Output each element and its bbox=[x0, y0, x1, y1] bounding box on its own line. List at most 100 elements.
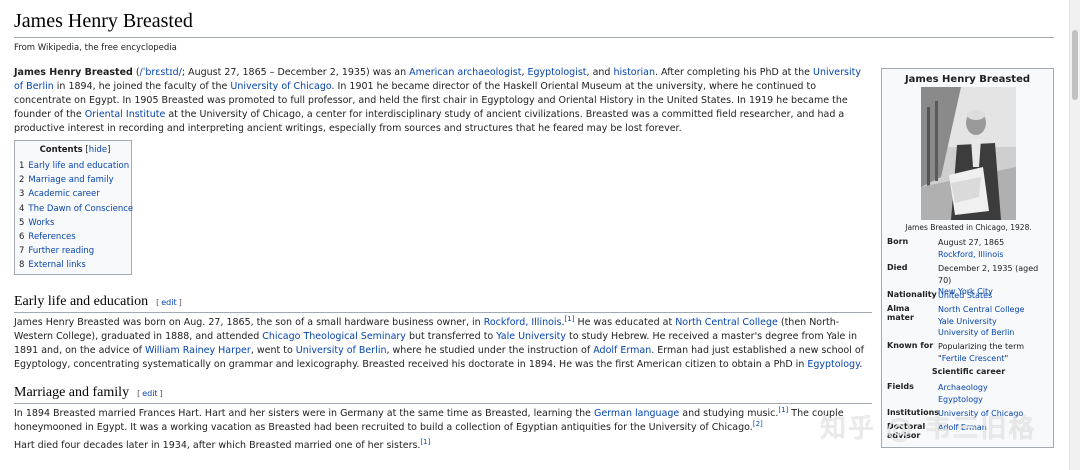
scrollbar[interactable] bbox=[1069, 0, 1080, 470]
infobox-label: Nationality bbox=[887, 290, 937, 299]
toc-link[interactable]: The Dawn of Conscience bbox=[28, 204, 133, 214]
toc-link[interactable]: Marriage and family bbox=[28, 175, 113, 185]
link-adolf-erman[interactable]: Adolf Erman bbox=[593, 345, 651, 356]
toc-number: 4 bbox=[19, 203, 25, 214]
infobox-subheading: Scientific career bbox=[931, 367, 1006, 376]
link-german-language[interactable]: German language bbox=[594, 408, 679, 419]
link-yale-university[interactable]: Yale University bbox=[938, 317, 997, 326]
link-archaeologist[interactable]: archaeologist bbox=[457, 67, 521, 78]
section-divider bbox=[14, 403, 872, 404]
scrollbar-thumb[interactable] bbox=[1072, 30, 1078, 100]
intro-text: . After completing his PhD at the bbox=[655, 67, 814, 78]
infobox-label: Died bbox=[887, 263, 908, 272]
edit-bracket: [ bbox=[137, 389, 141, 398]
infobox-title: James Henry Breasted bbox=[904, 74, 1031, 85]
link-united-states[interactable]: United States bbox=[938, 291, 992, 300]
link-william-rainey-harper[interactable]: William Rainey Harper bbox=[145, 345, 251, 356]
infobox-label: Alma mater bbox=[887, 304, 914, 322]
link-egyptology[interactable]: Egyptology bbox=[807, 359, 859, 370]
subject-name: James Henry Breasted bbox=[14, 67, 133, 78]
title-divider bbox=[14, 37, 1054, 38]
born-date: August 27, 1865 bbox=[938, 238, 1005, 247]
heading-text: Marriage and family bbox=[14, 385, 130, 400]
infobox-value: North Central College Yale University Univ… bbox=[938, 304, 1053, 339]
marriage-paragraph-2: Hart died four decades later in 1934, af… bbox=[14, 438, 876, 453]
site-tagline: From Wikipedia, the free encyclopedia bbox=[14, 43, 177, 53]
edit-section: [edit] bbox=[156, 298, 182, 307]
toc-item-works[interactable]: 5 Works bbox=[19, 216, 131, 230]
toc-item-further-reading[interactable]: 7 Further reading bbox=[19, 244, 131, 258]
toc-number: 1 bbox=[19, 161, 25, 171]
body-text: James Henry Breasted was born on Aug. 27… bbox=[14, 317, 484, 328]
toc-header: Contents [hide] bbox=[19, 145, 131, 155]
toc-link[interactable]: Works bbox=[28, 218, 54, 228]
toc-number: 8 bbox=[19, 260, 25, 271]
toc-list: 1 Early life and education 2 Marriage and … bbox=[19, 159, 133, 273]
link-rockford-illinois[interactable]: Rockford, Illinois bbox=[484, 317, 562, 328]
infobox-label: Born bbox=[887, 237, 909, 246]
edit-link[interactable]: edit bbox=[161, 298, 176, 307]
page-title: James Henry Breasted bbox=[14, 10, 193, 32]
marriage-paragraph-1: In 1894 Breasted married Frances Hart. H… bbox=[14, 406, 876, 435]
edit-link[interactable]: edit bbox=[142, 389, 157, 398]
toc-number: 5 bbox=[19, 217, 25, 228]
intro-text: ( bbox=[132, 67, 140, 78]
intro-text: ; August 27, 1865 – December 2, 1935) wa… bbox=[181, 67, 410, 78]
link-historian[interactable]: historian bbox=[613, 67, 655, 78]
toc-link[interactable]: Academic career bbox=[28, 189, 99, 199]
link-egyptologist[interactable]: Egyptologist bbox=[528, 67, 587, 78]
watermark: 知乎 @ 韦三旧格 bbox=[820, 414, 1037, 444]
infobox-label: Fields bbox=[887, 382, 914, 391]
toc-link[interactable]: References bbox=[28, 232, 75, 242]
toc-link[interactable]: Further reading bbox=[28, 246, 94, 256]
link-egyptology[interactable]: Egyptology bbox=[938, 395, 983, 404]
table-of-contents: Contents [hide] 1 Early life and educatio… bbox=[14, 140, 133, 275]
link-yale-university[interactable]: Yale University bbox=[496, 331, 566, 342]
toc-link[interactable]: External links bbox=[28, 260, 85, 270]
link-archaeology[interactable]: Archaeology bbox=[938, 383, 988, 392]
pronunciation-link[interactable]: /ˈbrɛstɪd/ bbox=[140, 67, 182, 78]
section-heading-marriage: Marriage and family [edit] bbox=[14, 385, 163, 401]
link-rockford-illinois[interactable]: Rockford, Illinois bbox=[938, 250, 1004, 259]
infobox-value: Archaeology Egyptology bbox=[938, 382, 1053, 405]
link-chicago-theological-seminary[interactable]: Chicago Theological Seminary bbox=[262, 331, 406, 342]
section-divider bbox=[14, 312, 872, 313]
edit-bracket: [ bbox=[156, 298, 160, 307]
toc-item-early-life[interactable]: 1 Early life and education bbox=[19, 159, 131, 173]
toc-item-external-links[interactable]: 8 External links bbox=[19, 258, 131, 272]
link-fertile-crescent[interactable]: Fertile Crescent bbox=[942, 354, 1005, 363]
link-oriental-institute[interactable]: Oriental Institute bbox=[85, 109, 166, 120]
link-north-central-college[interactable]: North Central College bbox=[938, 305, 1024, 314]
portrait-photo[interactable] bbox=[921, 87, 1016, 220]
citation-link[interactable]: [1] bbox=[565, 315, 575, 323]
edit-bracket: ] bbox=[178, 298, 182, 307]
citation-link[interactable]: [2] bbox=[753, 420, 763, 428]
toc-number: 2 bbox=[19, 175, 25, 186]
citation-link[interactable]: [1] bbox=[420, 438, 430, 446]
heading-text: Early life and education bbox=[14, 294, 149, 309]
toc-number: 7 bbox=[19, 246, 25, 257]
known-for-text: " bbox=[1004, 353, 1009, 363]
link-american[interactable]: American bbox=[409, 67, 454, 78]
infobox-value: Popularizing the term "Fertile Crescent" bbox=[938, 341, 1053, 364]
infobox-label: Known for bbox=[887, 341, 934, 350]
link-university-of-berlin[interactable]: University of Berlin bbox=[938, 328, 1014, 337]
body-text: , went to bbox=[250, 345, 296, 356]
link-university-of-berlin[interactable]: University of Berlin bbox=[296, 345, 387, 356]
toc-item-references[interactable]: 6 References bbox=[19, 230, 131, 244]
toc-link[interactable]: Early life and education bbox=[28, 161, 129, 171]
edit-bracket: ] bbox=[159, 389, 163, 398]
toc-number: 3 bbox=[19, 189, 25, 200]
citation-link[interactable]: [1] bbox=[778, 406, 788, 414]
infobox: James Henry Breasted James Breasted in C… bbox=[881, 68, 1054, 448]
intro-text: in 1894, he joined the faculty of the bbox=[53, 81, 231, 92]
toc-item-marriage[interactable]: 2 Marriage and family bbox=[19, 173, 131, 187]
link-university-of-chicago[interactable]: University of Chicago bbox=[230, 81, 331, 92]
body-text: and studying music. bbox=[679, 408, 779, 419]
link-north-central-college[interactable]: North Central College bbox=[675, 317, 778, 328]
toc-hide-link[interactable]: hide bbox=[89, 145, 107, 155]
section-heading-early-life: Early life and education [edit] bbox=[14, 294, 182, 310]
death-date: December 2, 1935 (aged 70) bbox=[938, 264, 1039, 285]
toc-item-dawn-of-conscience[interactable]: 4 The Dawn of Conscience bbox=[19, 202, 133, 216]
toc-item-academic-career[interactable]: 3 Academic career bbox=[19, 187, 131, 201]
